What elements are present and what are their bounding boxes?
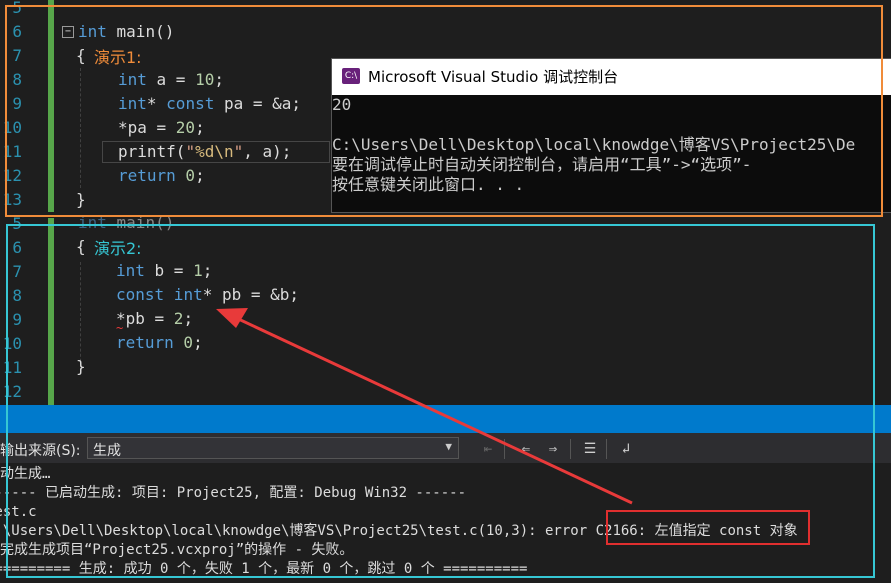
arrow-line — [231, 314, 633, 505]
annotation-arrow — [216, 308, 633, 505]
arrow-head — [216, 308, 248, 328]
